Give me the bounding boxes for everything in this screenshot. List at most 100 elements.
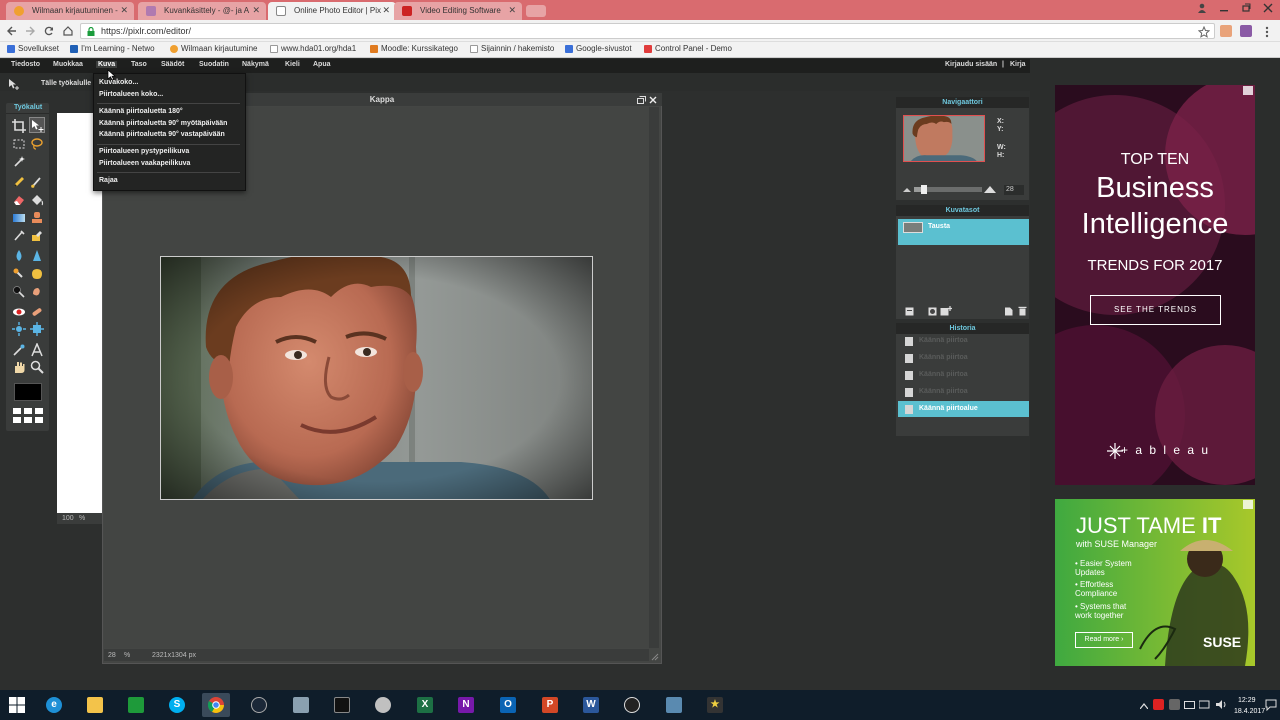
clock-date[interactable]: 18.4.2017 [1234,708,1265,715]
menu-item-image-size[interactable]: Kuvakoko... [99,79,138,86]
sponge-tool-icon[interactable] [30,267,44,281]
taskbar-explorer[interactable] [81,693,109,717]
layer-settings-icon[interactable] [905,307,914,316]
taskbar-onenote[interactable]: N [452,693,480,717]
adchoices-icon[interactable] [1243,86,1253,95]
new-layer-icon[interactable] [1004,307,1013,316]
dodge-tool-icon[interactable] [12,285,26,299]
swatch-mini[interactable] [13,408,21,414]
taskbar-store[interactable] [122,693,150,717]
menu-icon[interactable] [1262,25,1272,38]
sharpen-tool-icon[interactable] [30,249,44,263]
bloat-tool-icon[interactable] [12,322,26,336]
taskbar-word[interactable]: W [577,693,605,717]
swatch-mini[interactable] [35,408,43,414]
smudge-tool-icon[interactable] [12,267,26,281]
browser-tab[interactable]: Wilmaan kirjautuminen - ✕ [6,2,134,20]
taskbar-obs[interactable] [618,693,646,717]
menu-item-rotate-90-ccw[interactable]: Käännä piirtoaluetta 90° vastapäivään [99,131,225,138]
history-item[interactable]: Käännä piirtoa [898,367,1029,383]
spot-heal-tool-icon[interactable] [30,305,44,319]
close-icon[interactable]: ✕ [508,5,516,16]
close-icon[interactable]: ✕ [252,5,260,16]
extension-icon[interactable] [1240,25,1252,37]
type-tool-icon[interactable] [30,343,44,357]
history-item[interactable]: Käännä piirtoa [898,384,1029,400]
swatch-mini[interactable] [13,417,21,423]
menu-item-rotate-90-cw[interactable]: Käännä piirtoaluetta 90° myötäpäivään [99,120,227,127]
menu-item-canvas-size[interactable]: Piirtoalueen koko... [99,91,163,98]
menu-layer[interactable]: Taso [131,61,147,68]
taskbar-skype[interactable]: S [163,693,191,717]
navigator-thumbnail[interactable] [903,115,985,162]
suse-advertisement[interactable]: JUST TAME IT with SUSE Manager • Easier … [1055,499,1255,666]
taskbar-powerpoint[interactable]: P [536,693,564,717]
close-icon[interactable]: ✕ [120,5,128,16]
window-restore-icon[interactable] [637,96,646,104]
brush-tool-icon[interactable] [30,175,44,189]
bookmark-star-icon[interactable] [1197,25,1211,38]
login-link[interactable]: Kirjaudu sisään [945,61,997,68]
swatch-mini[interactable] [24,417,32,423]
history-item[interactable]: Käännä piirtoa [898,350,1029,366]
bookmark[interactable]: I'm Learning - Netwo [70,44,155,53]
clock-time[interactable]: 12:29 [1238,697,1256,704]
layer-mask-icon[interactable] [928,307,937,316]
hand-tool-icon[interactable] [12,360,26,374]
pencil-tool-icon[interactable] [12,175,26,189]
menu-item-flip-horizontal[interactable]: Piirtoalueen vaakapeilikuva [99,160,190,167]
swatch-mini[interactable] [35,417,43,423]
menu-filter[interactable]: Suodatin [199,61,229,68]
burn-tool-icon[interactable] [30,285,44,299]
register-link[interactable]: Kirja [1010,61,1026,68]
home-icon[interactable] [59,22,77,40]
color-picker-tool-icon[interactable] [12,343,26,357]
swatch-mini[interactable] [24,408,32,414]
tray-app-icon[interactable] [1153,699,1164,710]
reload-icon[interactable] [40,22,58,40]
menu-image[interactable]: Kuva [96,61,118,68]
menu-item-rotate-180[interactable]: Käännä piirtoaluetta 180° [99,108,183,115]
tray-overflow-icon[interactable] [1140,703,1148,709]
taskbar-chrome[interactable] [202,693,230,717]
zoom-tool-icon[interactable] [30,360,44,374]
action-center-icon[interactable] [1265,699,1277,711]
pinch-tool-icon[interactable] [30,322,44,336]
menu-adjustment[interactable]: Säädöt [161,61,184,68]
layer-effects-icon[interactable] [940,306,952,316]
blur-tool-icon[interactable] [12,249,26,263]
bookmark[interactable]: Moodle: Kurssikatego [370,44,458,53]
adchoices-icon[interactable] [1243,500,1253,509]
windows-start-icon[interactable] [9,697,25,713]
battery-icon[interactable] [1184,701,1195,709]
history-item[interactable]: Käännä piirtoa [898,333,1029,349]
drawing-tool-icon[interactable] [30,229,44,243]
browser-tab-active[interactable]: Online Photo Editor | Pix ✕ [268,2,396,20]
layer-row[interactable]: Tausta [898,219,1029,245]
tray-app-icon[interactable] [1169,699,1180,710]
menu-edit[interactable]: Muokkaa [53,61,83,68]
paint-bucket-tool-icon[interactable] [30,193,44,207]
zoom-out-icon[interactable] [903,186,911,192]
new-tab-button[interactable] [526,5,546,17]
resize-grip-icon[interactable] [651,653,659,661]
lasso-tool-icon[interactable] [30,137,44,151]
volume-icon[interactable] [1215,699,1227,710]
menu-item-crop[interactable]: Rajaa [99,177,118,184]
ad-cta-button[interactable]: SEE THE TRENDS [1090,295,1221,325]
marquee-tool-icon[interactable] [12,137,26,151]
vertical-scrollbar[interactable] [649,107,659,648]
bookmark[interactable]: Sijainnin / hakemisto [470,44,554,53]
gradient-tool-icon[interactable] [12,211,26,225]
zoom-in-icon[interactable] [984,184,996,193]
foreground-color-swatch[interactable] [14,383,42,401]
back-icon[interactable] [3,22,21,40]
menu-file[interactable]: Tiedosto [11,61,40,68]
taskbar-app[interactable] [369,693,397,717]
menu-item-flip-vertical[interactable]: Piirtoalueen pystypeilikuva [99,148,189,155]
bookmark[interactable]: Google-sivustot [565,44,632,53]
document-zoom-value[interactable]: 28 [108,652,116,659]
photo-canvas[interactable] [160,256,593,500]
move-tool-button[interactable] [29,117,45,133]
magic-wand-tool-icon[interactable] [12,155,26,169]
